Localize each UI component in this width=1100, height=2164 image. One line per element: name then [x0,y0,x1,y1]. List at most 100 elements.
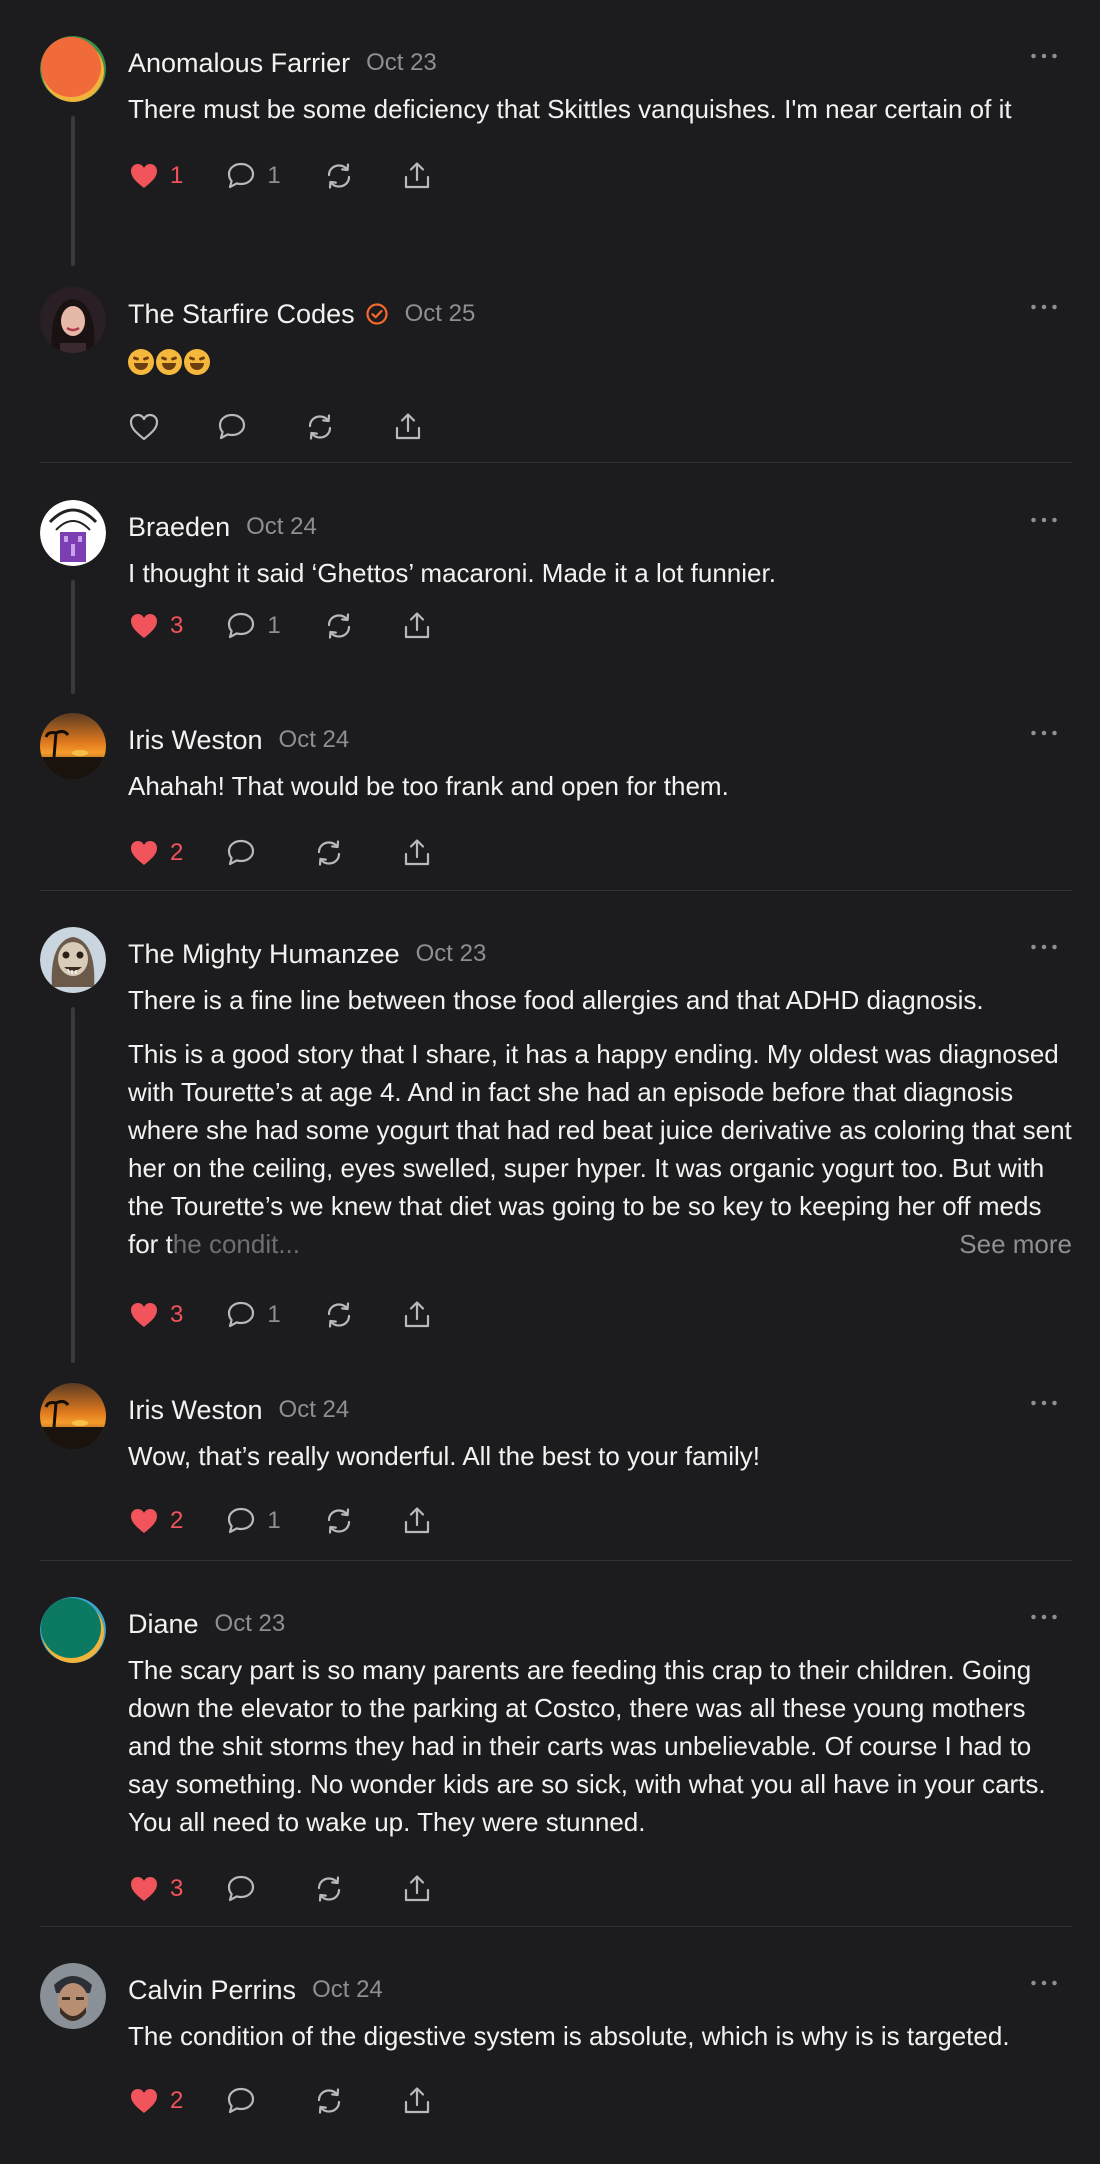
repost-button[interactable] [313,833,345,873]
repost-icon [318,2088,341,2114]
post-text: There is a fine line between those food … [128,985,984,1015]
repost-button[interactable] [313,1869,345,1909]
reply-button[interactable]: 1 [225,156,281,196]
avatar[interactable] [40,1597,106,1663]
avatar[interactable] [40,1383,106,1449]
reply-button[interactable]: 1 [225,1501,281,1541]
avatar[interactable] [40,1963,106,2029]
post-text: There must be some deficiency that Skitt… [128,94,1012,124]
share-button[interactable] [401,1501,433,1541]
share-icon [405,839,430,866]
like-button[interactable] [128,407,160,447]
heart-icon [131,1303,157,1327]
post-text: Wow, that’s really wonderful. All the be… [128,1441,760,1471]
author-name[interactable]: Iris Weston [128,725,263,756]
reply-button[interactable]: 1 [225,1295,281,1335]
share-button[interactable] [392,407,424,447]
comment-icon [228,612,255,639]
avatar[interactable] [40,287,106,353]
repost-icon [327,1302,350,1328]
repost-button[interactable] [323,606,355,646]
post-date: Oct 24 [246,513,317,540]
share-button[interactable] [401,156,433,196]
like-button[interactable]: 3 [128,1295,183,1335]
like-button[interactable]: 2 [128,1501,183,1541]
more-icon[interactable] [1024,933,1064,961]
truncated-text: he condit... [172,1229,300,1259]
avatar[interactable] [40,36,106,102]
avatar[interactable] [40,927,106,993]
share-icon [404,162,429,189]
more-icon[interactable] [1024,506,1064,534]
heart-icon [131,614,157,638]
like-button[interactable]: 1 [128,156,183,196]
author-name[interactable]: Anomalous Farrier [128,48,350,79]
more-icon[interactable] [1024,1969,1064,1997]
verified-icon [365,302,389,326]
post-text: The scary part is so many parents are fe… [128,1655,1046,1837]
like-count: 2 [170,1507,184,1534]
avatar[interactable] [40,713,106,779]
post-date: Oct 23 [366,49,437,76]
like-button[interactable]: 2 [128,833,183,873]
like-count: 2 [170,839,184,866]
author-name[interactable]: The Mighty Humanzee [128,939,400,970]
reply-button[interactable] [225,833,257,873]
comment-icon [228,1507,255,1534]
comment-icon [228,2087,255,2114]
like-button[interactable]: 3 [128,1869,183,1909]
comment-icon [218,413,246,440]
share-button[interactable] [401,1869,433,1909]
action-bar: 2 [128,827,1072,879]
repost-button[interactable] [323,1295,355,1335]
repost-button[interactable] [323,1501,355,1541]
reply-button[interactable] [225,1869,257,1909]
repost-icon [318,1876,341,1902]
like-button[interactable]: 2 [128,2081,183,2121]
action-bar: 3 1 [128,600,1072,652]
divider [40,1926,1072,1927]
action-bar [128,401,1072,453]
author-name[interactable]: Diane [128,1609,199,1640]
rofl-emoji [184,349,210,376]
repost-button[interactable] [323,156,355,196]
like-button[interactable]: 3 [128,606,183,646]
share-button[interactable] [401,1295,433,1335]
share-icon [405,1875,430,1902]
more-icon[interactable] [1024,293,1064,321]
share-button[interactable] [401,833,433,873]
share-icon [405,2087,430,2114]
repost-button[interactable] [304,407,336,447]
more-icon[interactable] [1024,719,1064,747]
see-more-link[interactable]: See more [959,1225,1072,1263]
more-icon[interactable] [1024,1389,1064,1417]
repost-icon [318,840,341,866]
action-bar: 3 [128,1863,1072,1915]
share-button[interactable] [401,2081,433,2121]
reply-button[interactable] [216,407,248,447]
divider [40,1560,1072,1561]
divider [40,890,1072,891]
comment-icon [228,839,255,866]
author-name[interactable]: Iris Weston [128,1395,263,1426]
share-button[interactable] [401,606,433,646]
post-text: The condition of the digestive system is… [128,2021,1010,2051]
rofl-emoji [128,349,154,376]
comment-feed: Anomalous Farrier Oct 23 There must be s… [0,0,1100,2164]
heart-icon [131,1509,157,1533]
reply-button[interactable] [225,2081,257,2121]
avatar[interactable] [40,500,106,566]
more-icon[interactable] [1024,42,1064,70]
reply-button[interactable]: 1 [225,606,281,646]
author-name[interactable]: Braeden [128,512,230,543]
heart-icon [131,164,157,188]
share-icon [404,612,429,639]
thread-line [71,580,75,694]
author-name[interactable]: Calvin Perrins [128,1975,296,2006]
repost-button[interactable] [313,2081,345,2121]
more-icon[interactable] [1024,1603,1064,1631]
heart-icon [131,841,157,865]
action-bar: 2 1 [128,1495,1072,1547]
author-name[interactable]: The Starfire Codes [128,299,355,330]
heart-icon [131,2089,157,2113]
